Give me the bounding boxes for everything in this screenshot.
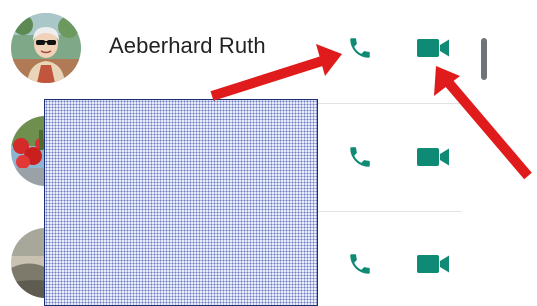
phone-icon bbox=[350, 254, 370, 274]
video-camera-icon bbox=[417, 148, 449, 166]
scrollbar-thumb[interactable] bbox=[481, 38, 487, 80]
video-call-button[interactable] bbox=[414, 32, 452, 64]
video-camera-icon bbox=[417, 39, 449, 57]
contact-name[interactable]: Aeberhard Ruth bbox=[109, 33, 266, 59]
voice-call-button[interactable] bbox=[344, 141, 376, 173]
avatar[interactable] bbox=[11, 13, 81, 83]
phone-icon bbox=[350, 147, 370, 167]
phone-icon bbox=[350, 38, 370, 58]
voice-call-button[interactable] bbox=[344, 32, 376, 64]
video-camera-icon bbox=[417, 255, 449, 273]
video-call-button[interactable] bbox=[414, 248, 452, 280]
video-call-button[interactable] bbox=[414, 141, 452, 173]
contact-list-screen: Aeberhard Ruth bbox=[0, 0, 537, 306]
redaction-box bbox=[44, 99, 318, 306]
voice-call-button[interactable] bbox=[344, 248, 376, 280]
contact-row[interactable]: Aeberhard Ruth bbox=[0, 0, 462, 102]
